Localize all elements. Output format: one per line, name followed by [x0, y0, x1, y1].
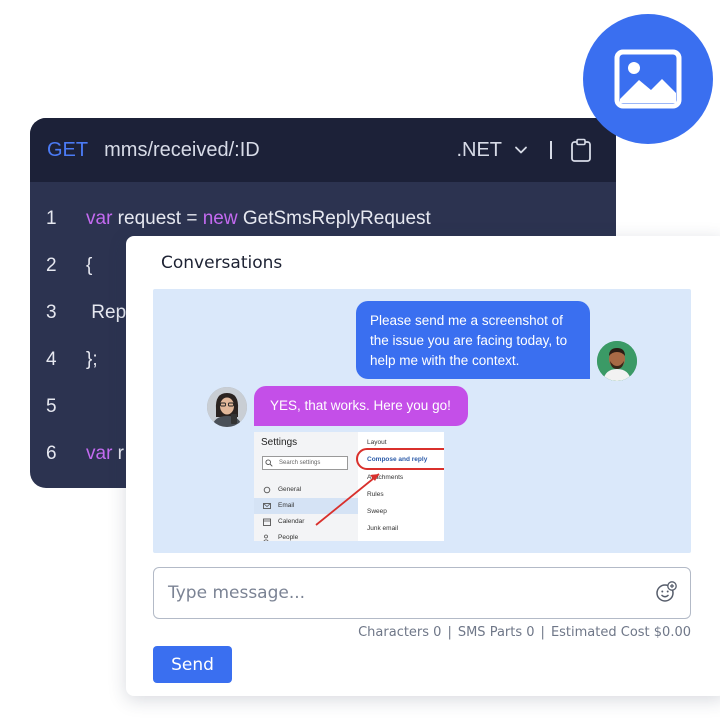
avatar — [207, 387, 247, 427]
line-number: 1 — [46, 207, 57, 229]
conversations-title: Conversations — [161, 253, 283, 273]
http-method: GET — [47, 138, 89, 161]
avatar — [597, 341, 637, 381]
estimated-cost: Estimated Cost $0.00 — [550, 625, 691, 640]
code-text: Rep — [86, 301, 127, 323]
characters-count: Characters 0 — [358, 625, 442, 640]
code-text: { — [86, 254, 93, 276]
code-text: request = — [112, 207, 203, 229]
line-number: 4 — [46, 348, 57, 370]
code-header: GET mms/received/:ID .NET — [30, 118, 616, 182]
code-text: r — [112, 442, 125, 464]
attached-screenshot[interactable]: Settings Search settings General Email C… — [254, 432, 444, 541]
chevron-down-icon — [515, 146, 527, 154]
outgoing-message: Please send me a screenshot of the issue… — [356, 301, 590, 379]
sms-parts-count: SMS Parts 0 — [457, 625, 535, 640]
clipboard-icon[interactable] — [570, 138, 592, 162]
message-input[interactable]: Type message... — [153, 567, 691, 619]
language-label: .NET — [456, 138, 502, 161]
code-line: 1 var request = new GetSmsReplyRequest — [30, 195, 616, 242]
message-stats: Characters 0 | SMS Parts 0 | Estimated Cost … — [358, 625, 691, 640]
incoming-message: YES, that works. Here you go! — [254, 386, 468, 426]
arrow-icon — [315, 473, 380, 526]
code-text: GetSmsReplyRequest — [237, 207, 431, 229]
code-text: }; — [86, 348, 98, 370]
line-number: 3 — [46, 301, 57, 323]
code-keyword: var — [86, 442, 113, 464]
image-badge — [583, 14, 713, 144]
endpoint-path: mms/received/:ID — [104, 138, 260, 161]
chat-area: Please send me a screenshot of the issue… — [153, 289, 691, 553]
emoji-add-icon[interactable] — [655, 581, 677, 603]
send-button[interactable]: Send — [153, 646, 232, 683]
code-keyword: var — [86, 207, 113, 229]
conversations-card: Conversations Please send me a screensho… — [126, 236, 720, 696]
line-number: 5 — [46, 395, 57, 417]
line-number: 6 — [46, 442, 57, 464]
line-number: 2 — [46, 254, 57, 276]
image-icon — [614, 49, 682, 109]
header-divider — [550, 141, 552, 159]
code-keyword: new — [202, 207, 238, 229]
language-selector[interactable]: .NET — [456, 139, 528, 162]
